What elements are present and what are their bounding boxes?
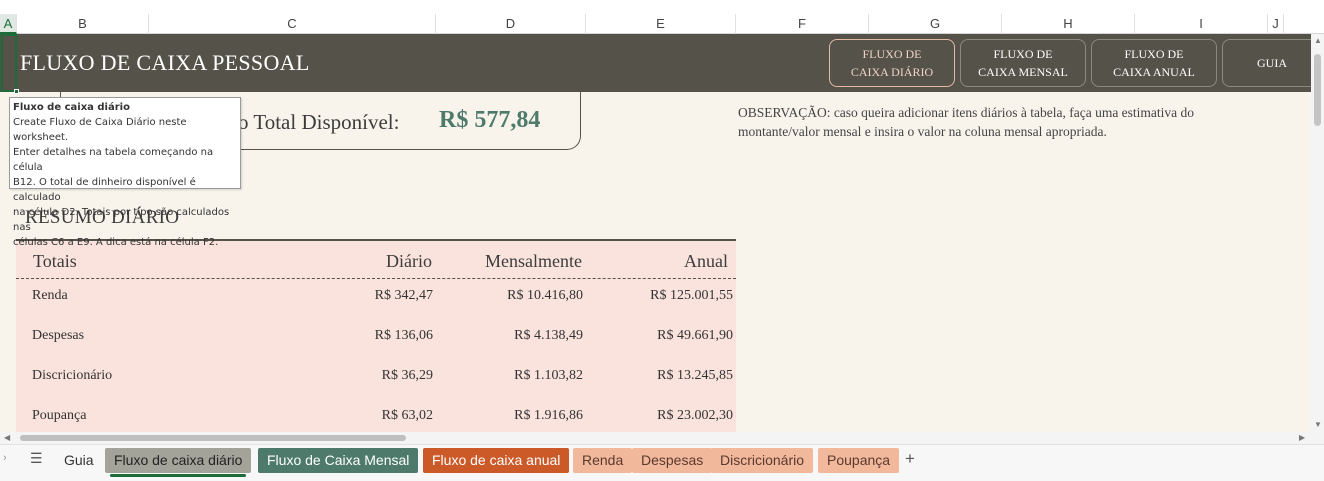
tab-despesas[interactable]: Despesas bbox=[632, 448, 713, 473]
row-daily[interactable]: R$ 342,47 bbox=[375, 288, 433, 304]
title-banner: FLUXO DE CAIXA PESSOAL FLUXO DE CAIXA DIÁ… bbox=[0, 34, 1311, 94]
sheet-tab-bar: › ☰ Guia Fluxo de caixa diário Fluxo de … bbox=[0, 444, 1324, 481]
row-monthly[interactable]: R$ 4.138,49 bbox=[514, 328, 583, 344]
tooltip-line: na célula D2. Totais por tipo são calcul… bbox=[13, 207, 230, 233]
active-tab-indicator bbox=[110, 474, 246, 477]
scroll-corner bbox=[1311, 432, 1324, 444]
column-header-g[interactable]: G bbox=[869, 14, 1002, 34]
tab-poupanca[interactable]: Poupança bbox=[818, 448, 900, 473]
column-header-c[interactable]: C bbox=[149, 14, 436, 34]
table-row: Renda R$ 342,47 R$ 10.416,80 R$ 125.001,… bbox=[16, 288, 736, 328]
table-row: Despesas R$ 136,06 R$ 4.138,49 R$ 49.661… bbox=[16, 328, 736, 368]
hamburger-icon[interactable]: ☰ bbox=[30, 450, 43, 467]
row-annual[interactable]: R$ 49.661,90 bbox=[657, 328, 733, 344]
nav-button-line2: CAIXA DIÁRIO bbox=[850, 65, 934, 79]
nav-button-guide[interactable]: GUIA bbox=[1222, 39, 1311, 87]
total-available-label: ro Total Disponível: bbox=[231, 110, 400, 134]
fill-handle[interactable] bbox=[14, 89, 19, 94]
scroll-left-icon[interactable]: ◀ bbox=[4, 433, 10, 443]
column-header-row: A B C D E F G H I J bbox=[0, 14, 1324, 34]
row-annual[interactable]: R$ 13.245,85 bbox=[657, 368, 733, 384]
tab-renda[interactable]: Renda bbox=[573, 448, 633, 473]
tooltip-line: células C6 a E9. A dica está na célula F… bbox=[13, 237, 219, 248]
column-header-j[interactable]: J bbox=[1268, 14, 1284, 34]
row-daily[interactable]: R$ 36,29 bbox=[382, 368, 433, 384]
scroll-down-icon[interactable]: ▼ bbox=[1314, 420, 1322, 430]
tab-guia[interactable]: Guia bbox=[55, 448, 103, 473]
scroll-up-icon[interactable]: ▲ bbox=[1314, 36, 1322, 46]
page-title: FLUXO DE CAIXA PESSOAL bbox=[20, 50, 310, 75]
row-label[interactable]: Despesas bbox=[32, 328, 84, 344]
row-monthly[interactable]: R$ 10.416,80 bbox=[507, 288, 583, 304]
nav-button-line1: FLUXO DE bbox=[993, 47, 1053, 61]
nav-button-line2: CAIXA MENSAL bbox=[978, 65, 1068, 79]
row-monthly[interactable]: R$ 1.103,82 bbox=[514, 368, 583, 384]
selected-cell-a1[interactable] bbox=[1, 34, 17, 92]
column-header-b[interactable]: B bbox=[17, 14, 149, 34]
row-label[interactable]: Renda bbox=[32, 288, 68, 304]
tab-fluxo-anual[interactable]: Fluxo de caixa anual bbox=[423, 448, 570, 473]
total-available-value[interactable]: R$ 577,84 bbox=[439, 107, 540, 134]
header-daily[interactable]: Diário bbox=[386, 251, 432, 272]
horizontal-scrollbar[interactable]: ◀ ▶ bbox=[0, 432, 1311, 444]
horizontal-scroll-thumb[interactable] bbox=[20, 435, 406, 441]
column-header-e[interactable]: E bbox=[586, 14, 736, 34]
nav-button-line2: CAIXA ANUAL bbox=[1113, 65, 1195, 79]
nav-button-line1: FLUXO DE bbox=[1124, 47, 1184, 61]
row-label[interactable]: Poupança bbox=[32, 408, 86, 424]
row-annual[interactable]: R$ 125.001,55 bbox=[650, 288, 733, 304]
tab-fluxo-diario[interactable]: Fluxo de caixa diário bbox=[105, 448, 252, 473]
column-header-a[interactable]: A bbox=[0, 14, 17, 34]
vertical-scroll-thumb[interactable] bbox=[1314, 54, 1321, 126]
tooltip-line: B12. O total de dinheiro disponível é ca… bbox=[13, 177, 196, 203]
tooltip-line: Enter detalhes na tabela começando na cé… bbox=[13, 147, 214, 173]
row-label[interactable]: Discricionário bbox=[32, 368, 112, 384]
row-annual[interactable]: R$ 23.002,30 bbox=[657, 408, 733, 424]
chevron-left-icon[interactable]: › bbox=[3, 452, 7, 464]
column-header-h[interactable]: H bbox=[1002, 14, 1135, 34]
row-daily[interactable]: R$ 63,02 bbox=[382, 408, 433, 424]
daily-summary-table: Totais Diário Mensalmente Anual Renda R$… bbox=[16, 239, 736, 432]
cell-tooltip: Fluxo de caixa diário Create Fluxo de Ca… bbox=[9, 97, 241, 248]
table-row: Discricionário R$ 36,29 R$ 1.103,82 R$ 1… bbox=[16, 368, 736, 408]
nav-button-daily-cashflow[interactable]: FLUXO DE CAIXA DIÁRIO bbox=[829, 39, 955, 87]
vertical-scrollbar[interactable]: ▲ ▼ bbox=[1311, 34, 1324, 432]
column-header-d[interactable]: D bbox=[436, 14, 586, 34]
column-header-i[interactable]: I bbox=[1135, 14, 1268, 34]
top-strip bbox=[0, 0, 1324, 14]
header-monthly[interactable]: Mensalmente bbox=[485, 251, 582, 272]
nav-button-monthly-cashflow[interactable]: FLUXO DE CAIXA MENSAL bbox=[960, 39, 1086, 87]
row-daily[interactable]: R$ 136,06 bbox=[375, 328, 433, 344]
nav-button-label: GUIA bbox=[1257, 56, 1287, 70]
tab-fluxo-mensal[interactable]: Fluxo de Caixa Mensal bbox=[258, 448, 419, 473]
tab-discricionario[interactable]: Discricionário bbox=[711, 448, 814, 473]
nav-button-line1: FLUXO DE bbox=[862, 47, 922, 61]
plus-icon[interactable]: + bbox=[905, 449, 915, 469]
scroll-right-icon[interactable]: ▶ bbox=[1299, 433, 1305, 443]
observation-note: OBSERVAÇÃO: caso queira adicionar itens … bbox=[738, 105, 1195, 139]
header-annual[interactable]: Anual bbox=[684, 251, 728, 272]
nav-button-annual-cashflow[interactable]: FLUXO DE CAIXA ANUAL bbox=[1091, 39, 1217, 87]
header-totals[interactable]: Totais bbox=[33, 251, 77, 272]
row-monthly[interactable]: R$ 1.916,86 bbox=[514, 408, 583, 424]
tooltip-title: Fluxo de caixa diário bbox=[13, 102, 130, 113]
table-row: Poupança R$ 63,02 R$ 1.916,86 R$ 23.002,… bbox=[16, 408, 736, 432]
column-header-f[interactable]: F bbox=[736, 14, 869, 34]
tooltip-line: Create Fluxo de Caixa Diário neste works… bbox=[13, 117, 187, 143]
